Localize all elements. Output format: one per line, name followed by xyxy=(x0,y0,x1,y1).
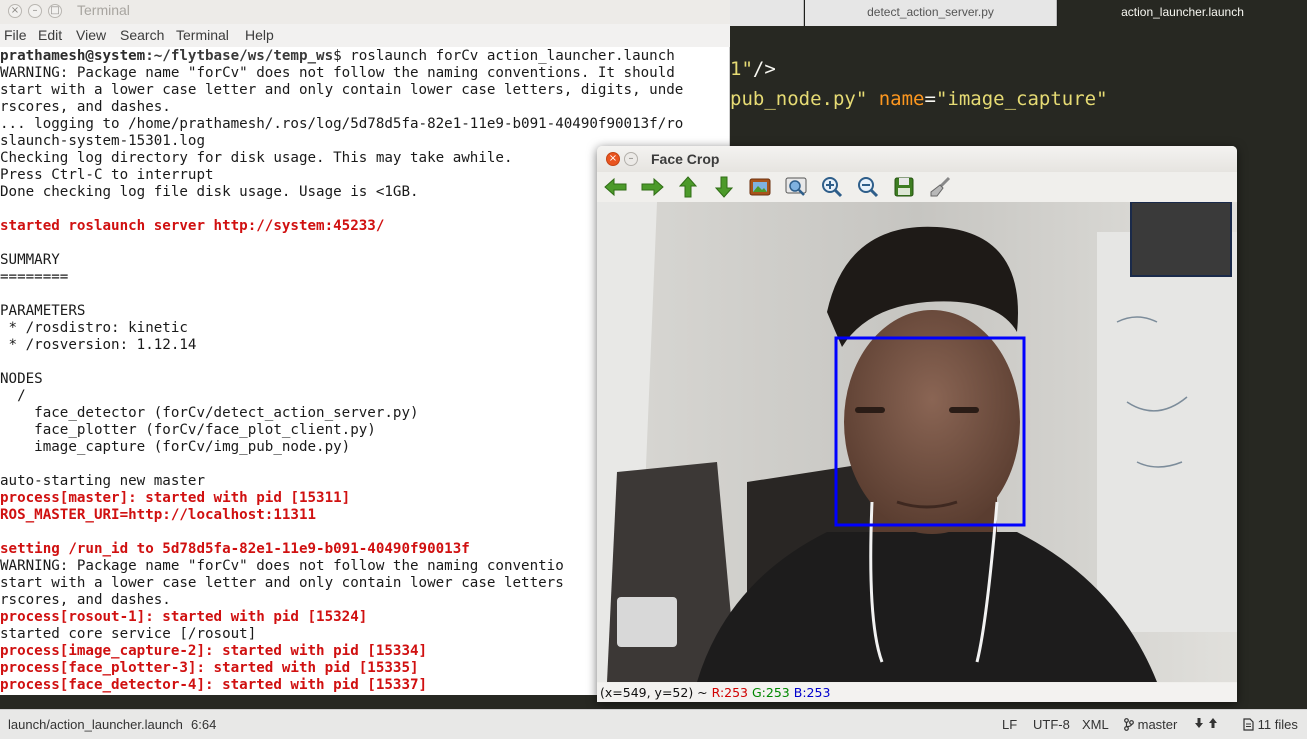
status-cursor-position[interactable]: 6:64 xyxy=(191,717,216,732)
status-file-path[interactable]: launch/action_launcher.launch xyxy=(8,717,183,732)
image-toolbar xyxy=(597,172,1237,202)
tab-action-launcher[interactable]: action_launcher.launch xyxy=(1058,0,1307,26)
arrow-up-icon xyxy=(678,176,698,198)
fetch-down-arrow-icon xyxy=(1195,718,1203,728)
terminal-line: rscores, and dashes. xyxy=(0,99,171,115)
minimize-button[interactable]: – xyxy=(28,4,42,18)
editor-tab-hidden[interactable] xyxy=(730,0,804,26)
webcam-frame xyxy=(597,202,1237,682)
terminal-line: WARNING: Package name "forCv" does not f… xyxy=(0,65,675,81)
pan-up-button[interactable] xyxy=(675,175,701,199)
terminal-titlebar[interactable]: × – □ Terminal xyxy=(0,0,730,24)
status-file-count[interactable]: 11 files xyxy=(1243,717,1298,732)
prompt-user: prathamesh@system xyxy=(0,48,146,64)
push-up-arrow-icon xyxy=(1208,718,1217,728)
code-string: "image_capture" xyxy=(935,88,1108,110)
pixel-green-value: G:253 xyxy=(752,685,790,700)
status-line-ending[interactable]: LF xyxy=(1002,717,1017,732)
maximize-button[interactable]: □ xyxy=(48,4,62,18)
window-title: Terminal xyxy=(77,2,130,18)
pan-left-button[interactable] xyxy=(603,175,629,199)
code-text: /> xyxy=(752,58,776,80)
menu-terminal[interactable]: Terminal xyxy=(176,27,229,43)
tab-detect-action-server[interactable]: detect_action_server.py xyxy=(805,0,1057,26)
close-button[interactable]: × xyxy=(8,4,22,18)
code-string: pub_node.py" xyxy=(730,88,868,110)
clear-button[interactable] xyxy=(927,175,953,199)
arrow-down-icon xyxy=(714,176,734,198)
code-string: 1" xyxy=(730,58,753,80)
prompt-path: :~/flytbase/ws/temp_ws xyxy=(145,48,334,64)
face-thumbnail xyxy=(1130,202,1232,277)
zoom-original-button[interactable] xyxy=(747,175,773,199)
file-count-label: 11 files xyxy=(1257,717,1298,732)
zoom-region-icon xyxy=(785,177,807,196)
status-grammar[interactable]: XML xyxy=(1082,717,1109,732)
branch-name: master xyxy=(1137,717,1178,732)
arrow-right-icon xyxy=(641,177,664,197)
git-branch-icon xyxy=(1124,718,1134,731)
code-equals: = xyxy=(924,88,936,110)
code-line[interactable]: pub_node.py" name="image_capture" xyxy=(730,88,1108,110)
zoom-in-icon xyxy=(822,177,843,198)
code-attribute: name xyxy=(878,88,925,110)
save-icon xyxy=(894,177,914,197)
status-encoding[interactable]: UTF-8 xyxy=(1033,717,1070,732)
image-icon xyxy=(749,178,771,196)
menu-search[interactable]: Search xyxy=(120,27,164,43)
save-image-button[interactable] xyxy=(891,175,917,199)
zoom-region-button[interactable] xyxy=(783,175,809,199)
camera-image[interactable] xyxy=(597,202,1237,682)
terminal-menubar: File Edit View Search Terminal Help xyxy=(0,24,730,47)
status-fetch-push[interactable] xyxy=(1194,717,1218,732)
status-git-branch[interactable]: master xyxy=(1124,717,1177,732)
zoom-out-icon xyxy=(858,177,879,198)
face-crop-window[interactable]: × – Face Crop (x=549, y=52) ~ R:253 G:25… xyxy=(597,146,1237,702)
zoom-out-button[interactable] xyxy=(855,175,881,199)
close-button[interactable]: × xyxy=(606,152,620,166)
prompt-line: prathamesh@system:~/flytbase/ws/temp_ws$… xyxy=(0,48,730,65)
cursor-coordinates: (x=549, y=52) ~ xyxy=(600,685,712,700)
menu-file[interactable]: File xyxy=(4,27,27,43)
menu-edit[interactable]: Edit xyxy=(38,27,62,43)
menu-view[interactable]: View xyxy=(76,27,106,43)
pixel-blue-value: B:253 xyxy=(793,685,831,700)
arrow-left-icon xyxy=(604,177,627,197)
editor-status-bar: launch/action_launcher.launch 6:64 LF UT… xyxy=(0,709,1307,739)
face-crop-titlebar[interactable]: × – Face Crop xyxy=(597,146,1237,172)
terminal-line: ... logging to /home/prathamesh/.ros/log… xyxy=(0,116,684,132)
prompt-command: $ roslaunch forCv action_launcher.launch xyxy=(333,48,675,64)
pixel-status-bar: (x=549, y=52) ~ R:253 G:253 B:253 xyxy=(597,683,1237,702)
pixel-red-value: R:253 xyxy=(711,685,749,700)
terminal-line: start with a lower case letter and only … xyxy=(0,82,684,98)
window-title: Face Crop xyxy=(651,151,720,167)
pan-down-button[interactable] xyxy=(711,175,737,199)
menu-help[interactable]: Help xyxy=(245,27,274,43)
code-line[interactable]: 1"/> xyxy=(730,58,776,80)
brush-icon xyxy=(930,176,951,197)
zoom-in-button[interactable] xyxy=(819,175,845,199)
pan-right-button[interactable] xyxy=(639,175,665,199)
file-icon xyxy=(1243,718,1254,731)
minimize-button[interactable]: – xyxy=(624,152,638,166)
